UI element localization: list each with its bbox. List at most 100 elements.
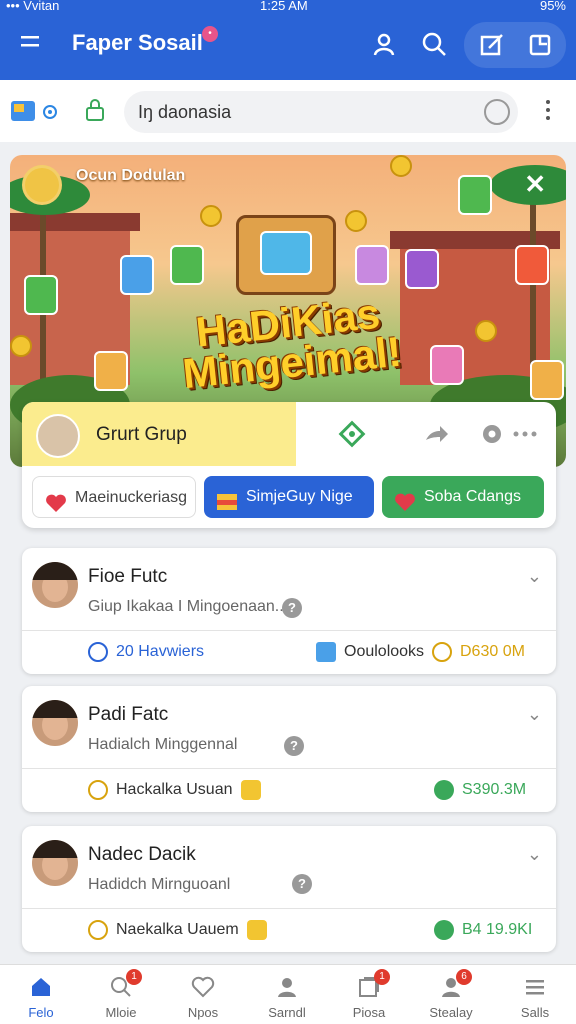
notification-badge: 6: [456, 969, 472, 985]
feed-author-name: Fioe Futc: [88, 566, 168, 587]
flag-button[interactable]: SimjeGuy Nige: [204, 476, 374, 518]
group-card: Grurt Grup Maeinuckeriasg SimjeGuy Nige …: [22, 402, 556, 528]
banner-label: Ocun Dodulan: [76, 167, 186, 184]
share-icon[interactable]: [526, 30, 554, 58]
coin-icon: [345, 210, 367, 232]
photo-icon: [316, 642, 336, 662]
like-button[interactable]: Maeinuckeriasg: [32, 476, 196, 518]
notification-badge: 1: [126, 969, 142, 985]
time-label: 1:25 AM: [260, 0, 308, 13]
help-icon[interactable]: ?: [284, 736, 304, 756]
eye-icon[interactable]: [42, 104, 58, 125]
feed-stat-right[interactable]: B4 19.9KI: [434, 920, 532, 940]
heart-icon: [191, 975, 215, 999]
voice-search-icon[interactable]: [484, 99, 510, 125]
feed-stat-left-label: 20 Havwiers: [116, 643, 205, 661]
chevron-down-icon[interactable]: ⌄: [527, 566, 542, 587]
clock-icon: [88, 642, 108, 662]
nav-item-likes[interactable]: Npos: [162, 965, 244, 1024]
money-icon: [434, 920, 454, 940]
lock-icon[interactable]: [84, 98, 106, 127]
chest-screen-illustration: [260, 231, 312, 275]
feed-stat-right[interactable]: D630 0M: [432, 642, 525, 662]
feed-stat-left-label: Hackalka Usuan: [116, 781, 233, 799]
heart-icon: [394, 487, 416, 511]
avatar[interactable]: [32, 700, 78, 746]
feed-stat-left[interactable]: Naekalka Uauem: [88, 920, 275, 940]
feed-stat-left[interactable]: 20 Havwiers: [88, 642, 204, 662]
card-icon: [355, 245, 389, 285]
share-arrow-icon[interactable]: [422, 420, 450, 448]
favorite-button[interactable]: Soba Cdangs: [382, 476, 544, 518]
feed-subtitle: Hadialch Minggennal: [88, 736, 238, 753]
nav-label: Stealay: [429, 1005, 473, 1020]
chevron-down-icon[interactable]: ⌄: [527, 844, 542, 865]
feed-card[interactable]: Padi Fatc Hadialch Minggennal ? ⌄ Hackal…: [22, 686, 556, 812]
more-horizontal-icon[interactable]: [510, 420, 540, 448]
feed-stat-right-label: S390.3M: [462, 781, 527, 799]
nav-item-posts[interactable]: 1 Piosa: [328, 965, 410, 1024]
chevron-down-icon[interactable]: ⌄: [527, 704, 542, 725]
nav-label: Felo: [28, 1005, 54, 1020]
group-name: Grurt Grup: [96, 424, 187, 445]
card-icon: [515, 245, 549, 285]
notification-dot-icon: •: [202, 26, 218, 42]
nav-label: Sarndl: [268, 1005, 306, 1020]
menu-icon: [523, 975, 547, 999]
more-options-icon[interactable]: [540, 96, 556, 126]
search-input[interactable]: Iŋ daonasia: [124, 91, 518, 133]
nav-item-search[interactable]: 1 Mloie: [80, 965, 162, 1024]
flag-button-label: SimjeGuy Nige: [246, 488, 353, 505]
banner-headline: HaDiKias Mingeimal!: [180, 289, 404, 398]
divider: [22, 630, 556, 631]
profile-icon[interactable]: [370, 30, 398, 58]
nav-label: Salls: [520, 1005, 550, 1020]
flag-icon[interactable]: [10, 98, 36, 129]
avatar[interactable]: [32, 562, 78, 608]
roof-illustration: [10, 213, 140, 231]
menu-icon[interactable]: [18, 30, 42, 54]
coin-icon: [432, 642, 452, 662]
app-header: ••• Vvitan 1:25 AM 95% Faper Sosail •: [0, 0, 576, 80]
carrier-label: ••• Vvitan: [6, 0, 60, 13]
feed-stat-left[interactable]: Hackalka Usuan: [88, 780, 269, 800]
close-icon[interactable]: ✕: [524, 169, 546, 200]
search-icon[interactable]: [420, 30, 448, 58]
nav-item-more[interactable]: Salls: [494, 965, 576, 1024]
feed-stat-right[interactable]: S390.3M: [434, 780, 526, 800]
help-icon[interactable]: ?: [282, 598, 302, 618]
avatar[interactable]: [36, 414, 80, 458]
heart-icon: [45, 488, 67, 512]
bottom-nav: Felo 1 Mloie Npos Sarndl 1 Piosa 6 Steal…: [0, 964, 576, 1024]
card-icon: [405, 249, 439, 289]
app-title: Faper Sosail: [72, 30, 203, 55]
feed-stat-left-label: Naekalka Uauem: [116, 921, 239, 939]
like-button-label: Maeinuckeriasg: [75, 489, 188, 506]
battery-label: 95%: [539, 0, 566, 13]
feed-card[interactable]: Fioe Futc Giup Ikakaa I Mingoenaan.. ? ⌄…: [22, 548, 556, 674]
feed-subtitle: Hadidch Mirnguoanl: [88, 876, 231, 893]
diamond-icon[interactable]: [338, 420, 366, 448]
settings-icon[interactable]: [478, 420, 506, 448]
search-input-value: Iŋ daonasia: [138, 102, 232, 122]
status-bar: ••• Vvitan 1:25 AM 95%: [0, 0, 576, 14]
compose-icon[interactable]: [478, 30, 506, 58]
avatar[interactable]: [32, 840, 78, 886]
coin-icon: [475, 320, 497, 342]
card-icon: [120, 255, 154, 295]
nav-item-activity[interactable]: 6 Stealay: [410, 965, 492, 1024]
card-icon: [94, 351, 128, 391]
feed-stat-mid[interactable]: Ooulolooks: [316, 642, 424, 662]
feed-subtitle: Giup Ikakaa I Mingoenaan..: [88, 598, 284, 615]
feed-stat-right-label: D630 0M: [460, 643, 525, 661]
feed-card[interactable]: Nadec Dacik Hadidch Mirnguoanl ? ⌄ Naeka…: [22, 826, 556, 952]
coin-icon: [390, 155, 412, 177]
card-icon: [458, 175, 492, 215]
nav-item-home[interactable]: Felo: [0, 965, 82, 1024]
card-icon: [530, 360, 564, 400]
help-icon[interactable]: ?: [292, 874, 312, 894]
coin-icon: [200, 205, 222, 227]
nav-item-profile[interactable]: Sarndl: [246, 965, 328, 1024]
card-icon: [24, 275, 58, 315]
game-logo-icon: [22, 165, 62, 205]
